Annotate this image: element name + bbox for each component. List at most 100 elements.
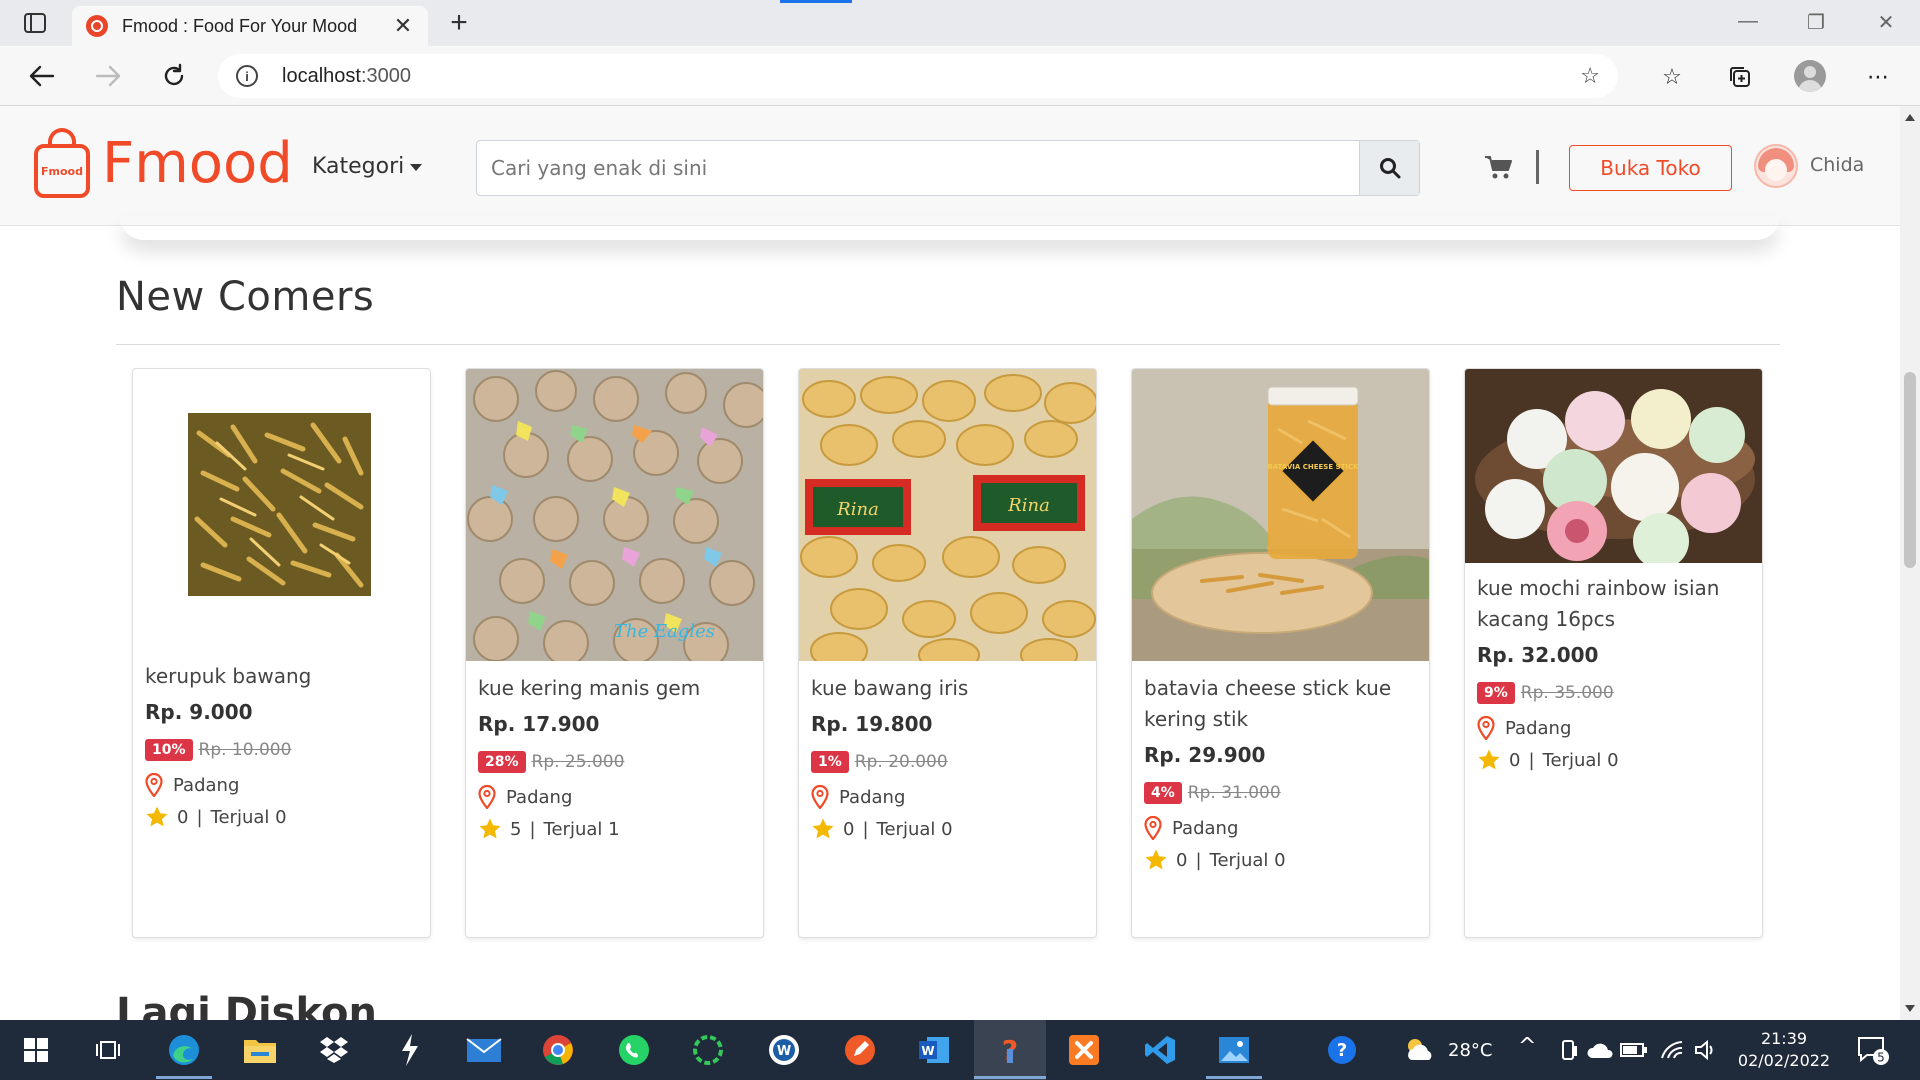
rating-separator: |: [1528, 749, 1535, 771]
forward-arrow-icon[interactable]: [90, 60, 126, 92]
discount-badge: 4%: [1144, 782, 1182, 804]
back-arrow-icon[interactable]: [24, 60, 60, 92]
notification-center-icon[interactable]: 5: [1856, 1032, 1892, 1068]
task-view-icon[interactable]: [90, 1032, 126, 1068]
wifi-icon[interactable]: [1654, 1032, 1690, 1068]
reload-icon[interactable]: [156, 60, 192, 92]
help-tips-icon[interactable]: ?: [1324, 1032, 1360, 1068]
new-tab-icon[interactable]: +: [444, 8, 474, 38]
location-pin-icon: [145, 773, 163, 797]
discount-badge: 1%: [811, 751, 849, 773]
search-input[interactable]: [477, 141, 1359, 195]
kategori-dropdown[interactable]: Kategori: [312, 154, 423, 179]
browser-tab-active[interactable]: Fmood : Food For Your Mood ✕: [72, 6, 428, 46]
app-loading-ring-icon[interactable]: [690, 1032, 726, 1068]
product-rating: 0: [843, 818, 855, 840]
mail-icon[interactable]: [466, 1032, 502, 1068]
discount-row: 1% Rp. 20.000: [811, 750, 1086, 774]
scroll-up-icon[interactable]: [1905, 114, 1915, 121]
restore-icon[interactable]: ❐: [1796, 10, 1836, 35]
product-name[interactable]: batavia cheese stick kue kering stik: [1144, 673, 1419, 735]
location-pin-icon: [478, 785, 496, 809]
product-location: Padang: [839, 786, 906, 808]
rating-row: 0 | Terjual 0: [145, 804, 420, 830]
product-price: Rp. 32.000: [1477, 643, 1599, 667]
volume-icon[interactable]: [1688, 1032, 1724, 1068]
svg-text:W: W: [777, 1044, 791, 1059]
temperature-text[interactable]: 28°C: [1448, 1040, 1492, 1061]
product-info: batavia cheese stick kue kering stik Rp.…: [1144, 673, 1419, 873]
original-price: Rp. 35.000: [1520, 683, 1614, 703]
product-price: Rp. 19.800: [811, 712, 933, 736]
logo-badge-text: Fmood: [41, 164, 83, 178]
site-info-icon[interactable]: i: [236, 65, 258, 87]
image-label-right: Rina: [1007, 495, 1050, 516]
weather-icon[interactable]: [1402, 1032, 1438, 1068]
dropbox-icon[interactable]: [316, 1032, 352, 1068]
user-avatar[interactable]: [1754, 144, 1798, 188]
url-text: localhost:3000: [282, 65, 1580, 88]
battery-icon[interactable]: [1616, 1032, 1652, 1068]
tab-actions-icon[interactable]: [20, 10, 50, 36]
clock-date: 02/02/2022: [1737, 1051, 1831, 1070]
edge-running-indicator: [156, 1076, 212, 1079]
product-card[interactable]: kue mochi rainbow isian kacang 16pcs Rp.…: [1464, 368, 1763, 938]
fmood-logo-icon[interactable]: Fmood: [34, 128, 90, 198]
scrollbar-thumb[interactable]: [1904, 372, 1916, 568]
page-scrollbar[interactable]: [1900, 106, 1920, 1020]
scroll-down-icon[interactable]: [1905, 1005, 1915, 1012]
collections-icon[interactable]: [1724, 62, 1756, 92]
word-icon[interactable]: W: [916, 1032, 952, 1068]
product-name[interactable]: kerupuk bawang: [145, 661, 420, 692]
help-app-icon[interactable]: ?: [992, 1032, 1028, 1068]
app-bolt-icon[interactable]: [392, 1032, 428, 1068]
more-options-icon[interactable]: ⋯: [1862, 62, 1894, 92]
site-logo-text[interactable]: Fmood: [102, 134, 293, 194]
clock-time: 21:39: [1760, 1029, 1808, 1048]
navbar-shadow: [120, 216, 1780, 240]
product-name[interactable]: kue kering manis gem: [478, 673, 753, 704]
product-rating: 0: [177, 806, 189, 828]
rating-row: 0 | Terjual 0: [1144, 847, 1419, 873]
minimize-icon[interactable]: —: [1728, 10, 1768, 33]
product-rating: 0: [1176, 849, 1188, 871]
product-card[interactable]: kerupuk bawang Rp. 9.000 10% Rp. 10.000 …: [132, 368, 431, 938]
edge-browser-icon[interactable]: [166, 1032, 202, 1068]
star-icon: [146, 806, 168, 827]
url-input[interactable]: i localhost:3000 ☆: [218, 54, 1618, 98]
navbar-divider: [1536, 150, 1539, 184]
browser-tab-bar: Fmood : Food For Your Mood ✕ + — ❐ ✕: [0, 0, 1920, 46]
product-name[interactable]: kue bawang iris: [811, 673, 1086, 704]
search-button[interactable]: [1359, 141, 1419, 195]
product-info: kue kering manis gem Rp. 17.900 28% Rp. …: [478, 673, 753, 842]
product-card[interactable]: The Eagles kue kering manis gem Rp. 17.9…: [465, 368, 764, 938]
system-clock[interactable]: 21:39 02/02/2022: [1736, 1028, 1832, 1072]
open-store-button[interactable]: Buka Toko: [1569, 145, 1732, 191]
tab-close-icon[interactable]: ✕: [392, 13, 414, 39]
window-close-icon[interactable]: ✕: [1866, 10, 1906, 35]
username-label[interactable]: Chida: [1810, 154, 1864, 176]
product-sold: Terjual 0: [210, 806, 287, 828]
chrome-icon[interactable]: [540, 1032, 576, 1068]
favorites-icon[interactable]: ☆: [1656, 62, 1688, 92]
original-price: Rp. 20.000: [854, 752, 948, 772]
writer-app-icon[interactable]: W: [766, 1032, 802, 1068]
location-pin-icon: [1477, 716, 1495, 740]
file-explorer-icon[interactable]: [242, 1032, 278, 1068]
product-card[interactable]: BATAVIA CHEESE STICK batavia cheese stic…: [1131, 368, 1430, 938]
xampp-icon[interactable]: [1066, 1032, 1102, 1068]
show-hidden-icons-icon[interactable]: ^: [1518, 1034, 1536, 1059]
whatsapp-icon[interactable]: [616, 1032, 652, 1068]
discount-row: 10% Rp. 10.000: [145, 738, 420, 762]
product-card[interactable]: Rina Rina kue bawang iris Rp. 19.800 1% …: [798, 368, 1097, 938]
cart-icon[interactable]: [1484, 154, 1514, 180]
rating-separator: |: [529, 818, 536, 840]
onedrive-cloud-icon[interactable]: [1582, 1032, 1618, 1068]
add-favorite-icon[interactable]: ☆: [1580, 63, 1600, 89]
photos-icon[interactable]: [1216, 1032, 1252, 1068]
product-name[interactable]: kue mochi rainbow isian kacang 16pcs: [1477, 573, 1752, 635]
windows-start-icon[interactable]: [18, 1032, 54, 1068]
pen-app-icon[interactable]: [842, 1032, 878, 1068]
vscode-icon[interactable]: [1142, 1032, 1178, 1068]
browser-profile-avatar[interactable]: [1794, 60, 1826, 92]
